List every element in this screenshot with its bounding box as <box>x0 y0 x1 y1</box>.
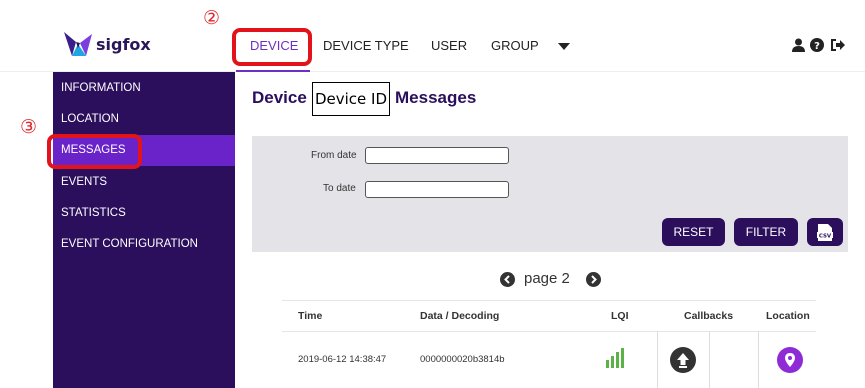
csv-export-button[interactable]: CSV <box>807 218 843 246</box>
logout-icon[interactable] <box>830 38 845 52</box>
svg-text:CSV: CSV <box>819 234 832 240</box>
table-top-border <box>282 300 816 301</box>
top-header: sigfox ② DEVICE DEVICE TYPE USER GROUP ? <box>0 0 865 72</box>
butterfly-logo-icon <box>64 32 92 56</box>
filter-panel: From date To date RESET FILTER CSV <box>252 136 848 252</box>
next-page-icon[interactable] <box>586 272 601 287</box>
device-id-label: Device ID <box>312 82 390 116</box>
page-indicator: page 2 <box>524 270 570 287</box>
nav-tab-group[interactable]: GROUP <box>491 38 539 53</box>
annotation-nav-marker: ② <box>203 7 221 29</box>
sidebar-item-events[interactable]: EVENTS <box>53 167 235 198</box>
sigfox-logo[interactable]: sigfox <box>62 30 172 60</box>
sidebar-item-location[interactable]: LOCATION <box>53 104 235 135</box>
help-icon[interactable]: ? <box>810 38 824 52</box>
previous-page-icon[interactable] <box>500 272 515 287</box>
lqi-bar <box>611 356 614 368</box>
column-header-data: Data / Decoding <box>420 310 500 322</box>
lqi-bar <box>616 352 619 368</box>
cell-time: 2019-06-12 14:38:47 <box>298 354 387 365</box>
lqi-bar <box>621 348 624 368</box>
column-divider <box>758 331 759 388</box>
filter-button[interactable]: FILTER <box>734 218 798 246</box>
annotation-sidebar-marker: ③ <box>20 116 38 138</box>
brand-name: sigfox <box>96 35 151 54</box>
page-title-prefix: Device <box>252 88 307 107</box>
cell-data: 0000000020b3814b <box>420 354 505 365</box>
sidebar-item-information[interactable]: INFORMATION <box>53 73 235 104</box>
upload-callback-icon[interactable] <box>670 347 696 373</box>
highlight-box-messages <box>47 134 142 169</box>
lqi-signal-icon <box>606 348 634 368</box>
from-date-input[interactable] <box>365 147 509 164</box>
highlight-box-device-tab <box>232 28 312 66</box>
sidebar-item-event-configuration[interactable]: EVENT CONFIGURATION <box>53 229 235 260</box>
caret-down-icon[interactable] <box>558 43 570 50</box>
messages-table: Time Data / Decoding LQI Callbacks Locat… <box>282 300 816 388</box>
column-header-callbacks: Callbacks <box>684 310 734 322</box>
location-marker-icon[interactable] <box>777 347 803 373</box>
nav-tab-device-type[interactable]: DEVICE TYPE <box>323 38 409 53</box>
sidebar: INFORMATION LOCATION MESSAGES EVENTS STA… <box>53 72 235 388</box>
sidebar-item-statistics[interactable]: STATISTICS <box>53 198 235 229</box>
column-divider <box>657 331 658 388</box>
user-icon[interactable] <box>792 38 805 52</box>
reset-button[interactable]: RESET <box>662 218 725 246</box>
to-date-input[interactable] <box>365 181 509 198</box>
csv-file-icon: CSV <box>817 224 833 241</box>
column-header-lqi: LQI <box>611 310 629 322</box>
column-header-location: Location <box>766 310 810 322</box>
to-date-label: To date <box>323 183 356 194</box>
lqi-bar <box>606 360 609 368</box>
from-date-label: From date <box>311 150 357 161</box>
column-divider <box>709 331 710 388</box>
column-header-time: Time <box>298 310 323 322</box>
nav-tab-user[interactable]: USER <box>431 38 467 53</box>
table-header-border <box>282 331 816 332</box>
active-tab-underline <box>236 70 310 72</box>
svg-text:?: ? <box>814 41 820 52</box>
page-title-suffix: Messages <box>395 88 477 107</box>
